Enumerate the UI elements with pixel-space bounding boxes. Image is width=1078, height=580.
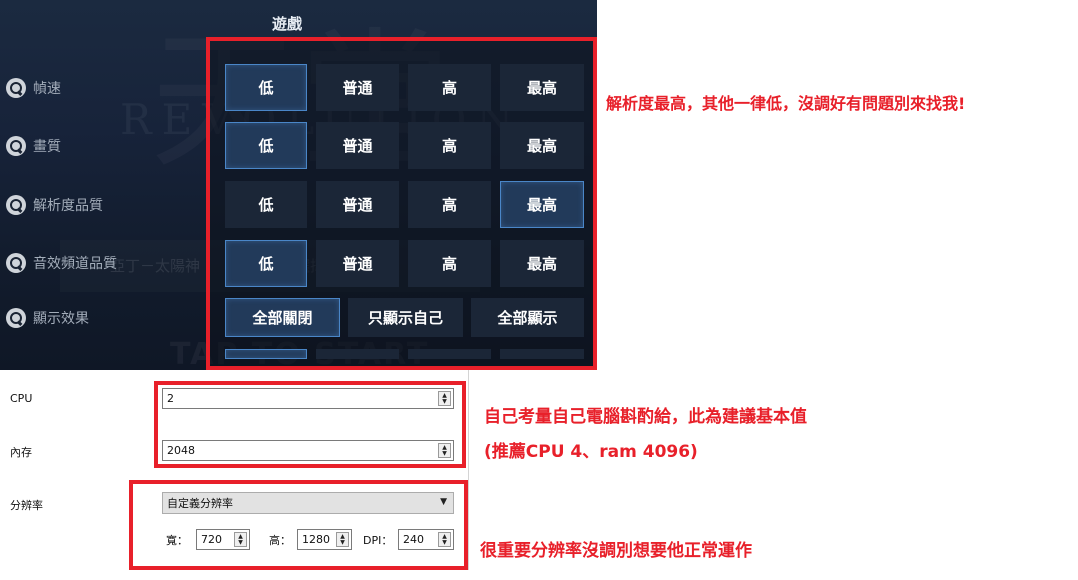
display-effects-option-self-only[interactable]: 只顯示自己 — [348, 298, 463, 337]
resolution-preset-value: 自定義分辨率 — [167, 497, 233, 510]
graphics-option-low[interactable]: 低 — [225, 122, 307, 169]
setting-label-text: 顯示效果 — [33, 311, 89, 327]
setting-label-graphics: 畫質 — [6, 136, 61, 156]
memory-stepper-arrows[interactable]: ▲ ▼ — [438, 443, 451, 458]
chevron-down-icon: ▼ — [440, 497, 447, 507]
cpu-value: 2 — [167, 392, 174, 405]
setting-label-audio-quality: 音效頻道品質 — [6, 253, 117, 273]
search-icon — [6, 195, 26, 215]
height-spinbox[interactable]: 1280 ▲ ▼ — [297, 529, 352, 550]
search-icon — [6, 308, 26, 328]
width-value: 720 — [201, 533, 222, 546]
memory-label: 內存 — [10, 446, 32, 459]
resolution-quality-option-highest[interactable]: 最高 — [500, 181, 584, 228]
search-icon — [6, 78, 26, 98]
next-row-option-2[interactable] — [316, 349, 399, 359]
dpi-stepper-arrows[interactable]: ▲ ▼ — [438, 532, 451, 547]
dpi-label: DPI： — [363, 534, 393, 547]
resolution-quality-option-low[interactable]: 低 — [225, 181, 307, 228]
audio-quality-option-high[interactable]: 高 — [408, 240, 491, 287]
setting-label-text: 幀速 — [33, 81, 61, 97]
height-value: 1280 — [302, 533, 330, 546]
resolution-quality-option-high[interactable]: 高 — [408, 181, 491, 228]
panel-title: 遊戲 — [272, 15, 303, 33]
width-stepper-arrows[interactable]: ▲ ▼ — [234, 532, 247, 547]
setting-label-display-effects: 顯示效果 — [6, 308, 89, 328]
setting-label-text: 音效頻道品質 — [33, 256, 117, 272]
game-settings-note: 解析度最高，其他一律低，沒調好有問題別來找我! — [606, 94, 966, 113]
framerate-option-high[interactable]: 高 — [408, 64, 491, 111]
memory-value: 2048 — [167, 444, 195, 457]
cpu-spinbox[interactable]: 2 ▲ ▼ — [162, 388, 454, 409]
form-divider — [468, 370, 469, 570]
audio-quality-option-low[interactable]: 低 — [225, 240, 307, 287]
framerate-option-low[interactable]: 低 — [225, 64, 307, 111]
width-spinbox[interactable]: 720 ▲ ▼ — [196, 529, 250, 550]
background-server-name: 亞丁－太陽神 — [110, 257, 201, 275]
resolution-quality-option-normal[interactable]: 普通 — [316, 181, 399, 228]
width-label: 寬： — [166, 534, 188, 547]
search-icon — [6, 253, 26, 273]
setting-label-framerate: 幀速 — [6, 78, 61, 98]
graphics-option-highest[interactable]: 最高 — [500, 122, 584, 169]
setting-label-resolution-quality: 解析度品質 — [6, 195, 103, 215]
display-effects-option-all-off[interactable]: 全部關閉 — [225, 298, 340, 337]
next-row-option-1[interactable] — [225, 349, 307, 359]
cpu-memory-note-line1: 自己考量自己電腦斟酌給，此為建議基本值 — [484, 407, 807, 427]
search-icon — [6, 136, 26, 156]
height-label: 高： — [269, 534, 291, 547]
resolution-label: 分辨率 — [10, 499, 43, 512]
graphics-option-high[interactable]: 高 — [408, 122, 491, 169]
cpu-label: CPU — [10, 392, 33, 405]
graphics-option-normal[interactable]: 普通 — [316, 122, 399, 169]
game-settings-panel: 天堂 REVOLUTION 亞丁－太陽神 選擇角色清單 〉 TAP TO STA… — [0, 0, 597, 370]
dpi-spinbox[interactable]: 240 ▲ ▼ — [398, 529, 454, 550]
framerate-option-highest[interactable]: 最高 — [500, 64, 584, 111]
framerate-option-normal[interactable]: 普通 — [316, 64, 399, 111]
setting-label-text: 畫質 — [33, 139, 61, 155]
resolution-preset-select[interactable]: 自定義分辨率 ▼ — [162, 492, 454, 514]
cpu-stepper-arrows[interactable]: ▲ ▼ — [438, 391, 451, 406]
memory-spinbox[interactable]: 2048 ▲ ▼ — [162, 440, 454, 461]
next-row-option-3[interactable] — [408, 349, 491, 359]
setting-label-text: 解析度品質 — [33, 198, 103, 214]
next-row-option-4[interactable] — [500, 349, 584, 359]
cpu-memory-note-line2: (推薦CPU 4、ram 4096) — [484, 442, 698, 462]
audio-quality-option-normal[interactable]: 普通 — [316, 240, 399, 287]
resolution-note: 很重要分辨率沒調別想要他正常運作 — [480, 541, 752, 561]
display-effects-option-show-all[interactable]: 全部顯示 — [471, 298, 584, 337]
height-stepper-arrows[interactable]: ▲ ▼ — [336, 532, 349, 547]
dpi-value: 240 — [403, 533, 424, 546]
audio-quality-option-highest[interactable]: 最高 — [500, 240, 584, 287]
